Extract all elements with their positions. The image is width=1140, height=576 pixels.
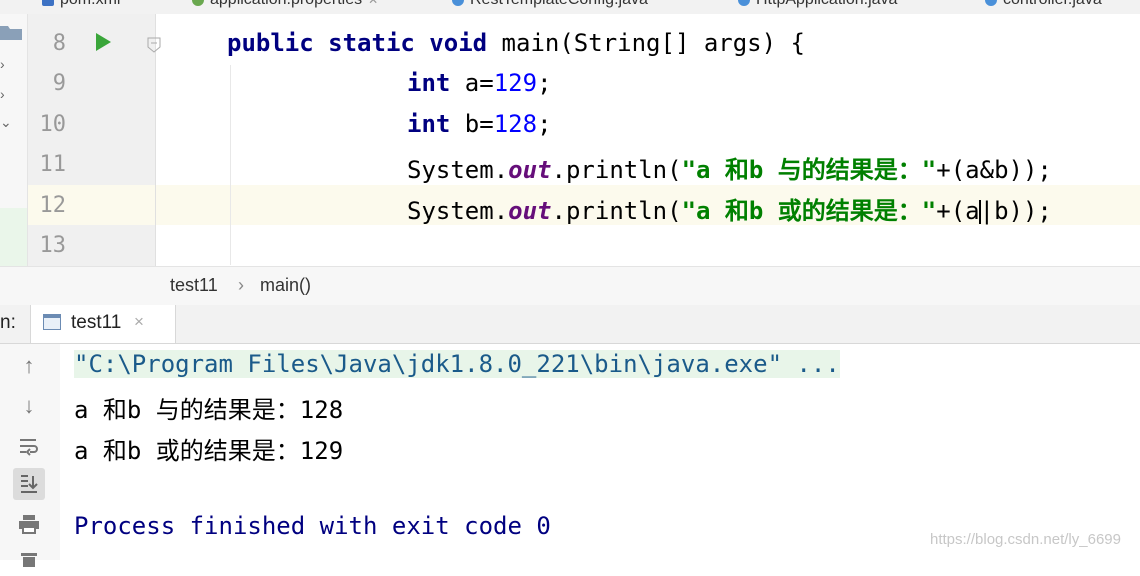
chevron-right-icon[interactable]: › [0,86,5,102]
code-token: a= [464,69,494,97]
properties-icon [192,0,204,6]
editor-tab-controller[interactable]: controller.java [985,0,1102,11]
console-window-icon [43,314,61,330]
editor-tab-httpapplication[interactable]: HttpApplication.java [738,0,897,11]
code-token: ; [537,110,552,138]
up-arrow-icon[interactable]: ↑ [13,350,45,382]
watermark-text: https://blog.csdn.net/ly_6699 [930,531,1121,548]
run-window-label: n: [0,312,16,333]
tab-label: application.properties [210,0,362,8]
breadcrumb-method[interactable]: main() [260,275,311,296]
code-token: .println( [551,156,682,184]
trash-icon[interactable] [13,544,45,576]
editor-tab-application-properties[interactable]: application.properties ✕ [192,0,378,11]
editor-tab-pom[interactable]: pom.xml [42,0,120,11]
run-tab-label: test11 [71,312,122,333]
code-line[interactable]: System.out.println("a 和b 或的结果是："+(a|b)); [407,191,1052,226]
run-tab-test11[interactable]: test11 × [30,305,176,343]
code-token: 128 [493,110,538,138]
code-token: .println( [551,197,682,225]
fold-icon[interactable] [147,37,161,53]
java-class-icon [985,0,997,6]
code-token: public static void [227,29,502,57]
code-token: b= [464,110,494,138]
print-icon[interactable] [13,508,45,540]
code-line[interactable]: int a=129; [407,69,552,97]
code-token: +(a&b)); [936,156,1052,184]
line-number: 9 [52,71,66,96]
code-token: out [508,156,552,184]
tab-label: pom.xml [60,0,120,8]
tab-label: controller.java [1003,0,1102,8]
console-exit-message: Process finished with exit code 0 [74,512,551,540]
code-token: int [407,69,465,97]
folder-icon [0,26,22,40]
code-token: +(a [936,197,980,225]
tab-label: HttpApplication.java [756,0,897,8]
console-toolbar: ↑ ↓ [0,344,60,567]
soft-wrap-icon[interactable] [13,430,45,462]
line-number: 13 [39,233,67,258]
java-class-icon [452,0,464,6]
line-number: 11 [39,152,67,177]
scroll-to-end-icon[interactable] [13,468,45,500]
console-command-line: "C:\Program Files\Java\jdk1.8.0_221\bin\… [74,350,840,378]
code-token: 129 [493,69,538,97]
run-gutter-icon[interactable] [96,33,111,51]
code-token: |b)); [979,197,1052,225]
code-token: System. [407,197,509,225]
tab-label: RestTemplateConfig.java [470,0,648,8]
maven-xml-icon [42,0,54,6]
chevron-down-icon[interactable]: ⌄ [0,114,12,131]
close-icon[interactable]: × [134,312,144,332]
code-token: ; [537,69,552,97]
line-number: 12 [39,193,67,218]
breadcrumb-class[interactable]: test11 [170,275,218,296]
console-output-line: a 和b 与的结果是：128 [74,396,344,424]
close-icon[interactable]: ✕ [368,0,378,7]
code-token: "a 和b 或的结果是：" [681,197,937,225]
code-token: "a 和b 与的结果是：" [681,156,937,184]
breadcrumb: test11 › main() [0,266,1140,306]
code-line[interactable]: public static void main(String[] args) { [227,29,805,57]
code-token: System. [407,156,509,184]
code-line[interactable]: System.out.println("a 和b 与的结果是："+(a&b)); [407,150,1052,185]
indent-guide [230,65,231,265]
line-number: 10 [39,112,67,137]
run-tool-window-header: n: test11 × [0,305,1140,344]
java-class-icon [738,0,750,6]
editor-tab-resttemplateconfig[interactable]: RestTemplateConfig.java [452,0,648,11]
line-number: 8 [52,31,66,56]
code-token: main(String[] args) { [501,29,805,57]
code-token: out [508,197,552,225]
chevron-right-icon[interactable]: › [0,56,5,72]
editor-tab-bar: pom.xml application.properties ✕ RestTemp… [0,0,1140,15]
code-line[interactable]: int b=128; [407,110,552,138]
down-arrow-icon[interactable]: ↓ [13,390,45,422]
console-output-line: a 和b 或的结果是：129 [74,437,344,465]
code-token: int [407,110,465,138]
breadcrumb-separator: › [238,275,244,295]
